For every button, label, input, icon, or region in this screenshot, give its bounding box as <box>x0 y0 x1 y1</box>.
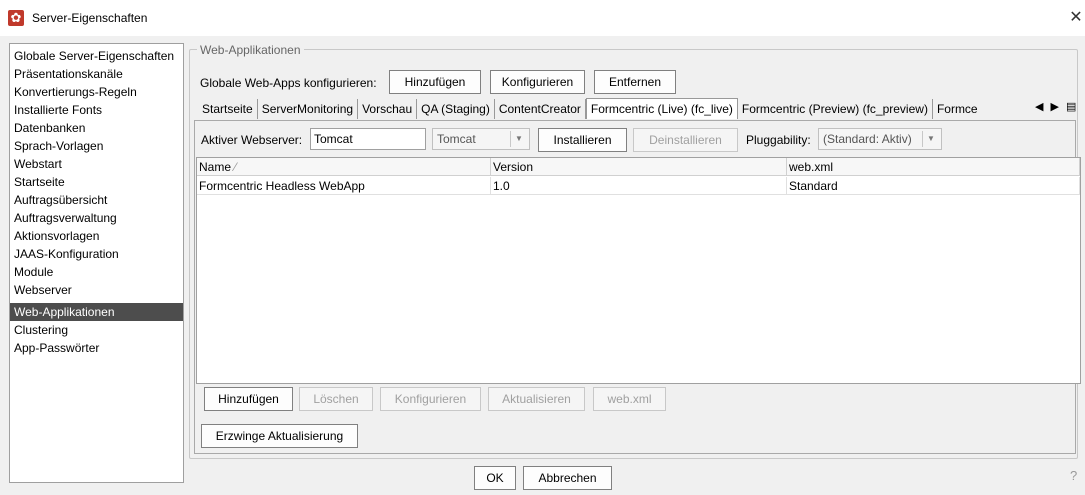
sidebar-item-webserver[interactable]: Webserver <box>14 281 72 299</box>
uninstall-button: Deinstallieren <box>633 128 738 152</box>
sidebar-item-startseite[interactable]: Startseite <box>14 173 65 191</box>
webserver-combo[interactable]: Tomcat ▼ <box>432 128 530 150</box>
column-header-version[interactable]: Version <box>491 158 787 176</box>
sidebar-item-clustering[interactable]: Clustering <box>14 321 68 339</box>
webapp-table[interactable]: Name ⁄ Version web.xml Formcentric Headl… <box>196 157 1081 384</box>
pluggability-value: (Standard: Aktiv) <box>823 132 912 146</box>
help-icon[interactable]: ? <box>1070 468 1077 483</box>
force-update-button[interactable]: Erzwinge Aktualisierung <box>201 424 358 448</box>
tab-vorschau[interactable]: Vorschau <box>358 99 418 119</box>
tab-strip: Startseite ServerMonitoring Vorschau QA (St… <box>198 98 1068 120</box>
sidebar-item-auftragsverwaltung[interactable]: Auftragsverwaltung <box>14 209 117 227</box>
sidebar-item-sprach-vorlagen[interactable]: Sprach-Vorlagen <box>14 137 103 155</box>
ok-button[interactable]: OK <box>474 466 516 490</box>
configure-button: Konfigurieren <box>380 387 481 411</box>
global-configure-button[interactable]: Konfigurieren <box>490 70 585 94</box>
pluggability-combo[interactable]: (Standard: Aktiv) ▼ <box>818 128 942 150</box>
close-icon[interactable]: ✕ <box>1066 8 1085 28</box>
tab-formcentric-live[interactable]: Formcentric (Live) (fc_live) <box>585 98 738 119</box>
cancel-button[interactable]: Abbrechen <box>523 466 612 490</box>
delete-button: Löschen <box>299 387 373 411</box>
webserver-field[interactable]: Tomcat <box>310 128 426 150</box>
column-header-name[interactable]: Name ⁄ <box>197 158 491 176</box>
sidebar: Globale Server-Eigenschaften Präsentatio… <box>9 43 184 483</box>
global-webapps-label: Globale Web-Apps konfigurieren: <box>200 76 377 90</box>
update-button: Aktualisieren <box>488 387 585 411</box>
cell-webxml[interactable]: Standard <box>787 177 1080 195</box>
sidebar-item-app-passwoerter[interactable]: App-Passwörter <box>14 339 99 357</box>
add-button[interactable]: Hinzufügen <box>204 387 293 411</box>
tab-qa-staging[interactable]: QA (Staging) <box>417 99 495 119</box>
chevron-down-icon: ▼ <box>922 131 939 147</box>
group-legend: Web-Applikationen <box>197 43 304 57</box>
tab-servermonitoring[interactable]: ServerMonitoring <box>258 99 359 119</box>
sidebar-item-globale-server-eigenschaften[interactable]: Globale Server-Eigenschaften <box>14 47 174 65</box>
sidebar-item-datenbanken[interactable]: Datenbanken <box>14 119 85 137</box>
cell-name[interactable]: Formcentric Headless WebApp <box>197 177 491 195</box>
sidebar-item-auftragsuebersicht[interactable]: Auftragsübersicht <box>14 191 107 209</box>
tab-scroll-icons[interactable]: ◀ ▶ ▤ <box>1035 100 1078 113</box>
tab-formcentric-truncated[interactable]: Formce <box>933 99 982 119</box>
sidebar-item-module[interactable]: Module <box>14 263 53 281</box>
sidebar-item-web-applikationen[interactable]: Web-Applikationen <box>14 303 115 321</box>
tab-formcentric-preview[interactable]: Formcentric (Preview) (fc_preview) <box>738 99 933 119</box>
cell-version[interactable]: 1.0 <box>491 177 787 195</box>
column-header-webxml[interactable]: web.xml <box>787 158 1080 176</box>
tab-contentcreator[interactable]: ContentCreator <box>495 99 586 119</box>
sidebar-item-jaas-konfiguration[interactable]: JAAS-Konfiguration <box>14 245 119 263</box>
webxml-button: web.xml <box>593 387 666 411</box>
sidebar-item-webstart[interactable]: Webstart <box>14 155 62 173</box>
title-bar <box>0 0 1085 36</box>
chevron-down-icon: ▼ <box>510 131 527 147</box>
sidebar-item-praesentationskanaele[interactable]: Präsentationskanäle <box>14 65 123 83</box>
sidebar-item-konvertierungs-regeln[interactable]: Konvertierungs-Regeln <box>14 83 137 101</box>
global-remove-button[interactable]: Entfernen <box>594 70 676 94</box>
app-icon: ✿ <box>8 10 24 26</box>
webserver-label: Aktiver Webserver: <box>201 133 303 147</box>
pluggability-label: Pluggability: <box>746 133 811 147</box>
sort-icon: ⁄ <box>234 160 237 174</box>
webserver-combo-value: Tomcat <box>437 132 476 146</box>
sidebar-item-installierte-fonts[interactable]: Installierte Fonts <box>14 101 102 119</box>
global-add-button[interactable]: Hinzufügen <box>389 70 481 94</box>
tab-startseite[interactable]: Startseite <box>198 99 258 119</box>
window-title: Server-Eigenschaften <box>32 11 148 25</box>
sidebar-item-aktionsvorlagen[interactable]: Aktionsvorlagen <box>14 227 99 245</box>
install-button[interactable]: Installieren <box>538 128 627 152</box>
